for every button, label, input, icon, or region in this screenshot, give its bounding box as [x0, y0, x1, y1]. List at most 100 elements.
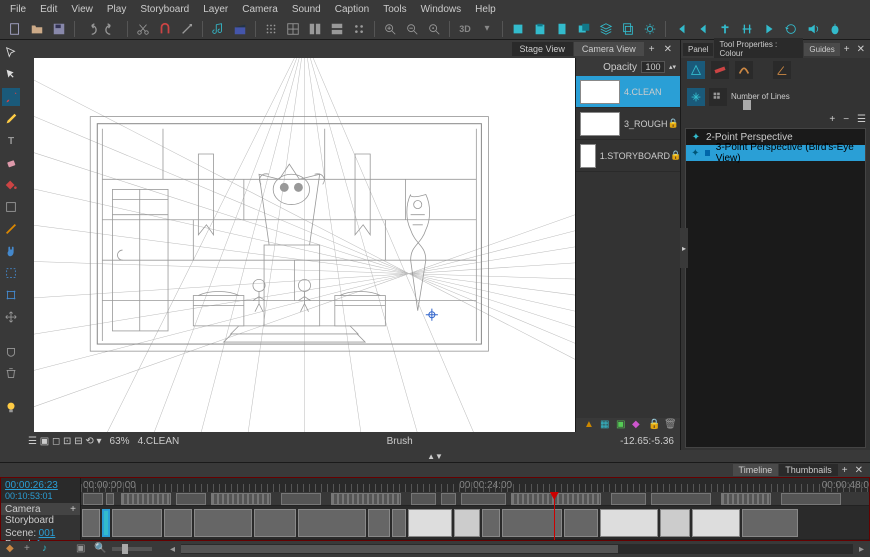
tab-timeline[interactable]: Timeline — [733, 464, 779, 476]
guide-curve-icon[interactable] — [735, 61, 753, 79]
copy-icon[interactable] — [619, 20, 637, 38]
guide-axis-icon[interactable] — [687, 88, 705, 106]
redo-icon[interactable] — [103, 20, 121, 38]
open-icon[interactable] — [28, 20, 46, 38]
zoom-in-icon[interactable] — [381, 20, 399, 38]
menu-tools[interactable]: Tools — [377, 2, 412, 17]
layers-icon[interactable] — [597, 20, 615, 38]
tl-zoom-slider[interactable] — [112, 547, 152, 551]
zoom-out-icon[interactable] — [403, 20, 421, 38]
line-tool-icon[interactable] — [2, 220, 20, 238]
layer-trash-icon[interactable]: 🗑 — [664, 419, 676, 431]
guide-perspective-icon[interactable] — [687, 61, 705, 79]
layer-color-icon[interactable]: ▲ — [584, 419, 596, 431]
tl-zoom-icon[interactable]: 🔍 — [94, 543, 106, 555]
menu-caption[interactable]: Caption — [329, 2, 375, 17]
tl-add-icon[interactable]: + — [24, 543, 36, 555]
tab-thumbnails[interactable]: Thumbnails — [779, 464, 838, 476]
arrow-tool-icon[interactable] — [2, 66, 20, 84]
dot-grid-icon[interactable] — [350, 20, 368, 38]
timecode[interactable]: 00:00:26:23 — [5, 480, 76, 491]
3d-icon[interactable]: 3D — [456, 20, 474, 38]
menu-edit[interactable]: Edit — [34, 2, 63, 17]
camera-add-icon[interactable]: + — [70, 504, 76, 515]
document-icon[interactable] — [553, 20, 571, 38]
undo-icon[interactable] — [81, 20, 99, 38]
tab-guides[interactable]: Guides — [804, 43, 839, 56]
tl-camera-icon[interactable]: ▣ — [76, 543, 88, 555]
menu-sound[interactable]: Sound — [286, 2, 327, 17]
lock-icon[interactable]: 🔒 — [668, 118, 680, 129]
select-tool-icon[interactable] — [2, 44, 20, 62]
tl-scroll-left-icon[interactable]: ◂ — [170, 544, 175, 555]
fold-bar[interactable]: ▲▼ — [0, 450, 870, 462]
layer-image-icon[interactable]: ▣ — [616, 419, 628, 431]
tab-panel[interactable]: Panel — [683, 43, 713, 56]
close-view-icon[interactable]: ✕ — [660, 44, 676, 55]
layer-item-clean[interactable]: 4.CLEAN — [576, 76, 680, 108]
grid-dots-icon[interactable] — [262, 20, 280, 38]
layer-item-storyboard[interactable]: 1.STORYBOARD🔒 — [576, 140, 680, 172]
knife-icon[interactable] — [178, 20, 196, 38]
onion-icon[interactable] — [826, 20, 844, 38]
layer-lock-icon[interactable]: 🔒 — [648, 419, 660, 431]
timeline-ruler[interactable]: 00:00:00:00 00:00:24:00 00:00:48:00 — [81, 478, 869, 492]
zoom-fit-icon[interactable] — [425, 20, 443, 38]
grid-icon[interactable] — [284, 20, 302, 38]
tab-tool-properties[interactable]: Tool Properties : Colour — [714, 38, 803, 60]
view-mode-icon[interactable]: ☰ ▣ ◻ ⊡ ⊟ ⟲ ▾ — [28, 436, 102, 447]
marquee-tool-icon[interactable] — [2, 264, 20, 282]
menu-camera[interactable]: Camera — [236, 2, 284, 17]
cut-icon[interactable] — [134, 20, 152, 38]
brush-tool-icon[interactable] — [2, 88, 20, 106]
bucket-tool-icon[interactable] — [2, 176, 20, 194]
paste-icon[interactable] — [531, 20, 549, 38]
storyboard-track[interactable] — [81, 506, 869, 540]
expand-right-icon[interactable]: ▸ — [680, 228, 688, 268]
opacity-input[interactable] — [641, 61, 665, 73]
tl-add-icon[interactable]: + — [839, 465, 851, 476]
marker2-icon[interactable] — [738, 20, 756, 38]
loop-icon[interactable] — [782, 20, 800, 38]
tab-stage-view[interactable]: Stage View — [512, 42, 573, 56]
new-icon[interactable] — [6, 20, 24, 38]
guide-menu-icon[interactable]: ☰ — [857, 114, 866, 125]
eraser-tool-icon[interactable] — [2, 154, 20, 172]
trash-icon[interactable] — [2, 364, 20, 382]
menu-layer[interactable]: Layer — [197, 2, 234, 17]
timeline-tracks[interactable]: 00:00:00:00 00:00:24:00 00:00:48:00 — [81, 478, 869, 540]
tl-sound-icon[interactable]: ♪ — [42, 543, 54, 555]
cup-icon[interactable] — [2, 342, 20, 360]
add-tab-icon[interactable]: + — [841, 44, 853, 55]
play-icon[interactable] — [760, 20, 778, 38]
close-tab-icon[interactable]: ✕ — [854, 44, 868, 55]
sound-icon[interactable] — [804, 20, 822, 38]
guide-remove-icon[interactable]: − — [843, 114, 849, 125]
guide-grid-icon[interactable] — [709, 88, 727, 106]
scene-value[interactable]: 001 — [39, 528, 56, 539]
first-frame-icon[interactable] — [672, 20, 690, 38]
clapper-icon[interactable] — [231, 20, 249, 38]
menu-storyboard[interactable]: Storyboard — [134, 2, 195, 17]
prev-frame-icon[interactable] — [694, 20, 712, 38]
layout2-icon[interactable] — [328, 20, 346, 38]
camera-track[interactable] — [81, 492, 869, 506]
dropdown-icon[interactable]: ▾ — [478, 20, 496, 38]
transform-tool-icon[interactable] — [2, 286, 20, 304]
gear-icon[interactable] — [641, 20, 659, 38]
layer-item-rough[interactable]: 3_ROUGH🔒 — [576, 108, 680, 140]
save-icon[interactable] — [50, 20, 68, 38]
guide-ruler-icon[interactable] — [711, 61, 729, 79]
move-tool-icon[interactable] — [2, 308, 20, 326]
new-layer-icon[interactable]: ▦ — [600, 419, 612, 431]
hand-tool-icon[interactable] — [2, 242, 20, 260]
bulb-icon[interactable] — [2, 398, 20, 416]
shape-tool-icon[interactable] — [2, 198, 20, 216]
text-tool-icon[interactable]: T — [2, 132, 20, 150]
menu-file[interactable]: File — [4, 2, 32, 17]
guide-angle-icon[interactable] — [773, 61, 791, 79]
music-icon[interactable] — [209, 20, 227, 38]
pencil-tool-icon[interactable] — [2, 110, 20, 128]
tl-scroll-right-icon[interactable]: ▸ — [859, 544, 864, 555]
tl-snap-icon[interactable]: ◆ — [6, 543, 18, 555]
